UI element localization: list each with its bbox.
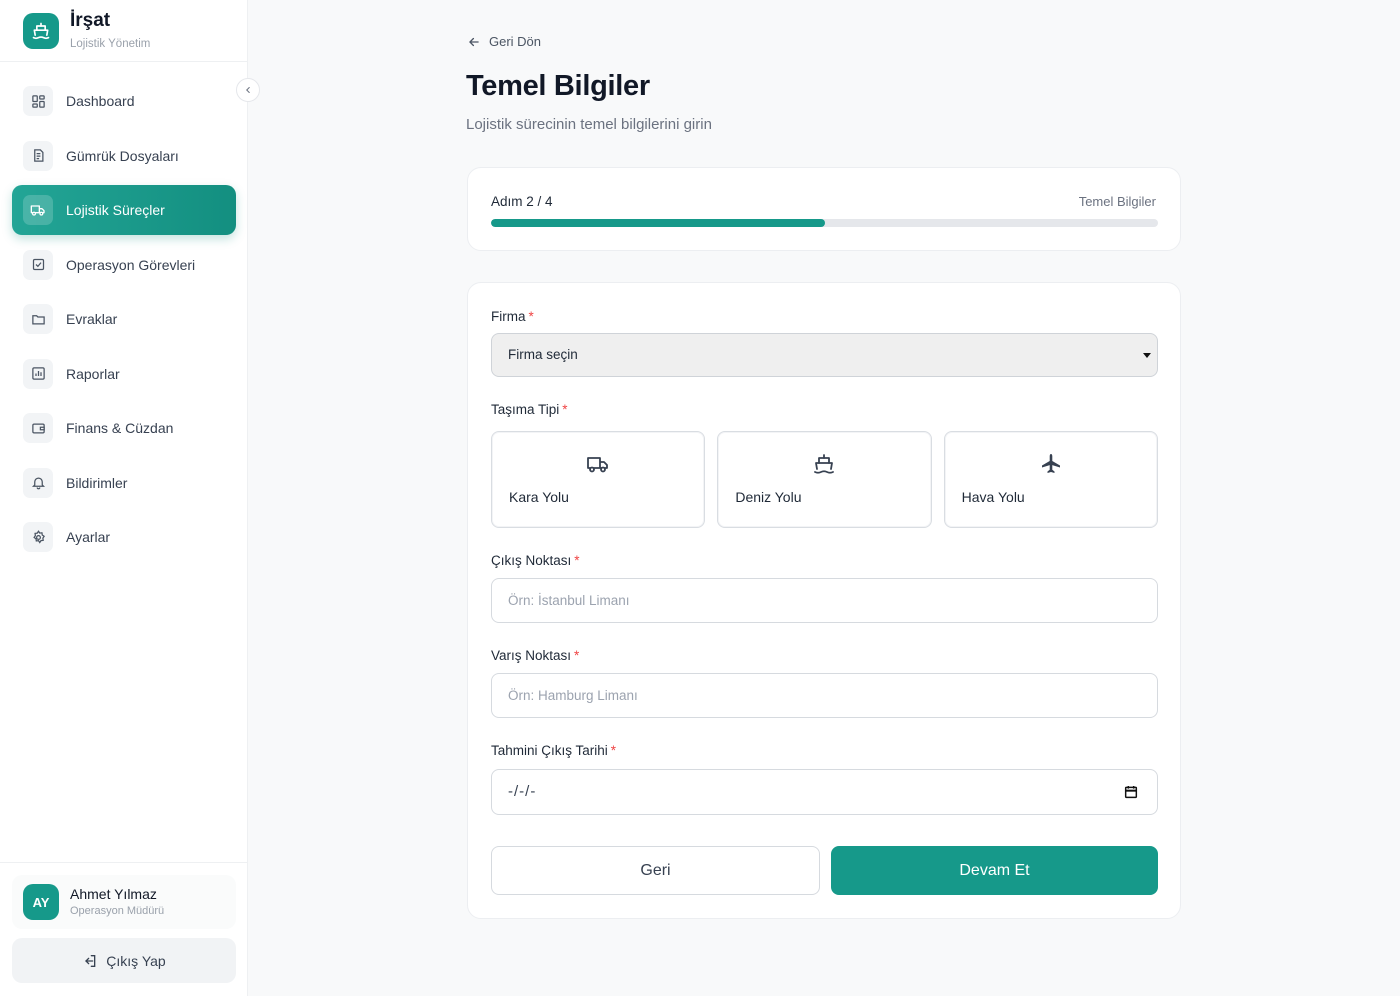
transport-option-sea[interactable]: Deniz Yolu xyxy=(717,431,932,528)
back-link[interactable]: Geri Dön xyxy=(467,34,541,49)
sidebar-item-logistics[interactable]: Lojistik Süreçler xyxy=(12,185,236,235)
continue-button[interactable]: Devam Et xyxy=(831,846,1158,895)
sidebar-item-label: Raporlar xyxy=(66,365,120,382)
brand-header: İrşat Lojistik Yönetim xyxy=(0,0,247,62)
user-card[interactable]: AY Ahmet Yılmaz Operasyon Müdürü xyxy=(12,875,236,929)
sidebar-nav: Dashboard Gümrük Dosyaları Lojistik Süre… xyxy=(12,76,236,567)
collapse-sidebar-button[interactable] xyxy=(236,78,260,102)
transport-option-label: Kara Yolu xyxy=(509,489,569,505)
sidebar-item-notifications[interactable]: Bildirimler xyxy=(12,458,236,508)
wallet-icon xyxy=(23,413,53,443)
progress-bar xyxy=(491,219,1158,227)
transport-option-road[interactable]: Kara Yolu xyxy=(491,431,706,528)
sidebar-item-documents[interactable]: Evraklar xyxy=(12,294,236,344)
bell-icon xyxy=(23,467,53,498)
user-name: Ahmet Yılmaz xyxy=(70,886,157,902)
user-role: Operasyon Müdürü xyxy=(70,905,165,917)
document-icon xyxy=(23,140,53,171)
sidebar-footer: AY Ahmet Yılmaz Operasyon Müdürü Çıkış Y… xyxy=(0,862,247,996)
ship-icon xyxy=(23,13,59,49)
progress-card: Adım 2 / 4 Temel Bilgiler xyxy=(467,167,1181,251)
transport-option-air[interactable]: Hava Yolu xyxy=(943,431,1158,528)
chevron-down-icon xyxy=(1143,353,1151,358)
origin-input[interactable]: Örn: İstanbul Limanı xyxy=(491,578,1158,623)
departure-date-label: Tahmini Çıkış Tarihi * xyxy=(491,743,617,758)
sidebar-item-dashboard[interactable]: Dashboard xyxy=(12,76,236,126)
arrow-left-icon xyxy=(469,37,479,46)
plane-icon xyxy=(1039,452,1063,476)
transport-option-label: Deniz Yolu xyxy=(735,489,802,505)
sidebar-item-customs-files[interactable]: Gümrük Dosyaları xyxy=(12,131,236,181)
brand-title: İrşat xyxy=(70,10,111,31)
form-card: Firma * Firma seçin Taşıma Tipi * Kara Yol… xyxy=(467,282,1181,919)
logout-label: Çıkış Yap xyxy=(106,952,166,969)
checkbox-icon xyxy=(23,249,53,280)
step-name: Temel Bilgiler xyxy=(1078,194,1156,209)
avatar: AY xyxy=(23,884,59,920)
company-label: Firma * xyxy=(491,309,534,324)
dashboard-icon xyxy=(23,86,53,116)
calendar-icon[interactable] xyxy=(1123,784,1139,805)
folder-icon xyxy=(23,304,53,334)
back-button[interactable]: Geri xyxy=(491,846,820,895)
transport-type-label: Taşıma Tipi * xyxy=(491,402,568,417)
back-link-label: Geri Dön xyxy=(489,34,542,49)
destination-input[interactable]: Örn: Hamburg Limanı xyxy=(491,673,1158,718)
sidebar-item-reports[interactable]: Raporlar xyxy=(12,349,236,399)
company-select[interactable]: Firma seçin xyxy=(491,333,1158,377)
sidebar: İrşat Lojistik Yönetim Dashboard Gümrük … xyxy=(0,0,260,996)
sidebar-item-label: Lojistik Süreçler xyxy=(66,202,165,218)
sidebar-item-label: Operasyon Görevleri xyxy=(66,256,196,273)
truck-icon xyxy=(586,452,610,476)
gear-icon xyxy=(23,522,53,552)
logout-button[interactable]: Çıkış Yap xyxy=(12,938,236,983)
departure-date-value: -/-/- xyxy=(508,783,537,800)
destination-placeholder: Örn: Hamburg Limanı xyxy=(508,688,638,703)
transport-option-label: Hava Yolu xyxy=(961,489,1025,505)
departure-date-input[interactable]: -/-/- xyxy=(491,769,1158,815)
chart-icon xyxy=(23,358,53,389)
page-title: Temel Bilgiler xyxy=(466,70,650,102)
sidebar-item-label: Finans & Cüzdan xyxy=(66,420,174,436)
destination-label: Varış Noktası * xyxy=(491,648,580,663)
chevron-left-icon xyxy=(246,86,250,94)
sidebar-item-settings[interactable]: Ayarlar xyxy=(12,512,236,562)
company-select-value: Firma seçin xyxy=(508,347,578,362)
origin-placeholder: Örn: İstanbul Limanı xyxy=(508,593,630,608)
sidebar-item-operations[interactable]: Operasyon Görevleri xyxy=(12,240,236,290)
origin-label: Çıkış Noktası * xyxy=(491,553,580,568)
sidebar-item-label: Dashboard xyxy=(66,93,135,109)
step-indicator: Adım 2 / 4 xyxy=(491,194,553,209)
transport-type-group: Kara Yolu Deniz Yolu Hava Yolu xyxy=(491,431,1158,528)
ship-icon xyxy=(812,452,836,476)
progress-bar-fill xyxy=(491,219,825,227)
logout-icon xyxy=(85,954,96,967)
sidebar-item-label: Gümrük Dosyaları xyxy=(66,147,179,164)
truck-icon xyxy=(23,195,53,225)
page-subtitle: Lojistik sürecinin temel bilgilerini gir… xyxy=(466,116,712,133)
sidebar-item-label: Bildirimler xyxy=(66,474,128,491)
sidebar-item-label: Ayarlar xyxy=(66,529,111,545)
sidebar-item-finance[interactable]: Finans & Cüzdan xyxy=(12,403,236,453)
sidebar-item-label: Evraklar xyxy=(66,311,118,327)
brand-subtitle: Lojistik Yönetim xyxy=(70,38,151,50)
